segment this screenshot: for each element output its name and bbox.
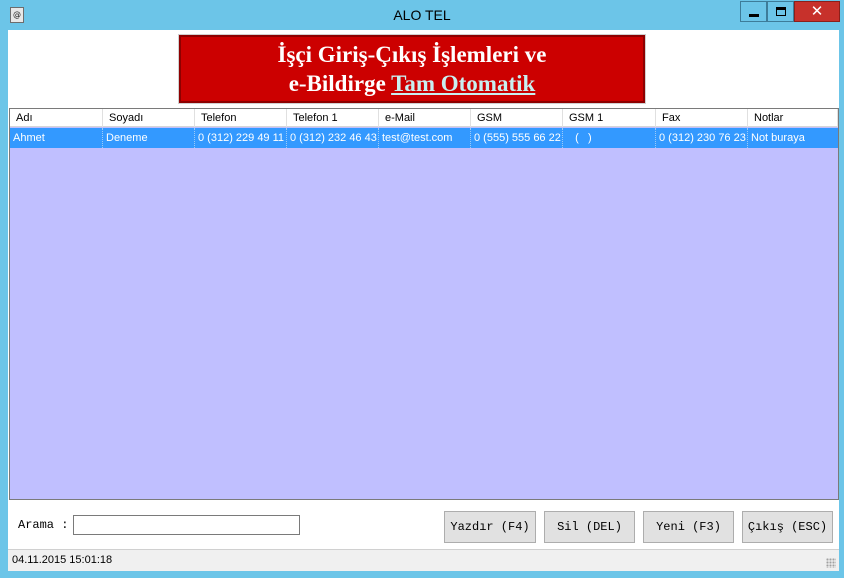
cell-name: Ahmet [10,128,103,148]
minimize-icon [749,14,759,17]
window-title: ALO TEL [393,7,451,23]
column-header-phone[interactable]: Telefon [195,109,287,127]
cell-notes: Not buraya [751,132,805,144]
status-bar: 04.11.2015 15:01:18 [8,549,839,571]
cell-phone: 0 (312) 229 49 11 [195,128,287,148]
maximize-icon [776,7,786,16]
delete-button[interactable]: Sil (DEL) [544,511,635,543]
search-label: Arama : [18,518,69,532]
exit-button[interactable]: Çıkış (ESC) [742,511,833,543]
resize-grip-icon[interactable] [826,558,836,568]
cell-phone-1: 0 (312) 232 46 43 [287,128,379,148]
cell-email: test@test.com [379,128,471,148]
column-header-name[interactable]: Adı [10,109,103,127]
table-row[interactable]: Ahmet Deneme 0 (312) 229 49 11 0 (312) 2… [10,128,838,148]
client-area: İşçi Giriş-Çıkış İşlemleri ve e-Bildirge… [8,30,839,571]
promo-banner[interactable]: İşçi Giriş-Çıkış İşlemleri ve e-Bildirge… [178,34,646,104]
maximize-button[interactable] [767,1,794,22]
column-header-surname[interactable]: Soyadı [103,109,195,127]
title-bar: @ ALO TEL ✕ [0,0,844,30]
status-datetime: 04.11.2015 15:01:18 [12,554,113,566]
close-icon: ✕ [810,2,824,20]
column-header-gsm-1[interactable]: GSM 1 [563,109,656,127]
cell-gsm: 0 (555) 555 66 22 [471,128,563,148]
column-header-email[interactable]: e-Mail [379,109,471,127]
column-header-phone-1[interactable]: Telefon 1 [287,109,379,127]
minimize-button[interactable] [740,1,767,22]
new-button[interactable]: Yeni (F3) [643,511,734,543]
search-input[interactable] [73,515,300,535]
banner-link[interactable]: Tam Otomatik [391,71,535,96]
cell-surname: Deneme [103,128,195,148]
column-header-gsm[interactable]: GSM [471,109,563,127]
grid-header: Adı Soyadı Telefon Telefon 1 e-Mail GSM … [10,109,838,127]
banner-line-1: İşçi Giriş-Çıkış İşlemleri ve [277,42,547,67]
banner-line-2: e-Bildirge Tam Otomatik [181,71,643,97]
cell-fax: 0 (312) 230 76 23 [656,128,748,148]
column-header-fax[interactable]: Fax [656,109,748,127]
print-button[interactable]: Yazdır (F4) [444,511,536,543]
column-header-notes[interactable]: Notlar [748,109,838,127]
banner-line-2-prefix: e-Bildirge [288,71,392,96]
contacts-grid[interactable]: Adı Soyadı Telefon Telefon 1 e-Mail GSM … [9,108,839,500]
close-button[interactable]: ✕ [794,1,840,22]
cell-gsm-1: ( ) [563,128,656,148]
